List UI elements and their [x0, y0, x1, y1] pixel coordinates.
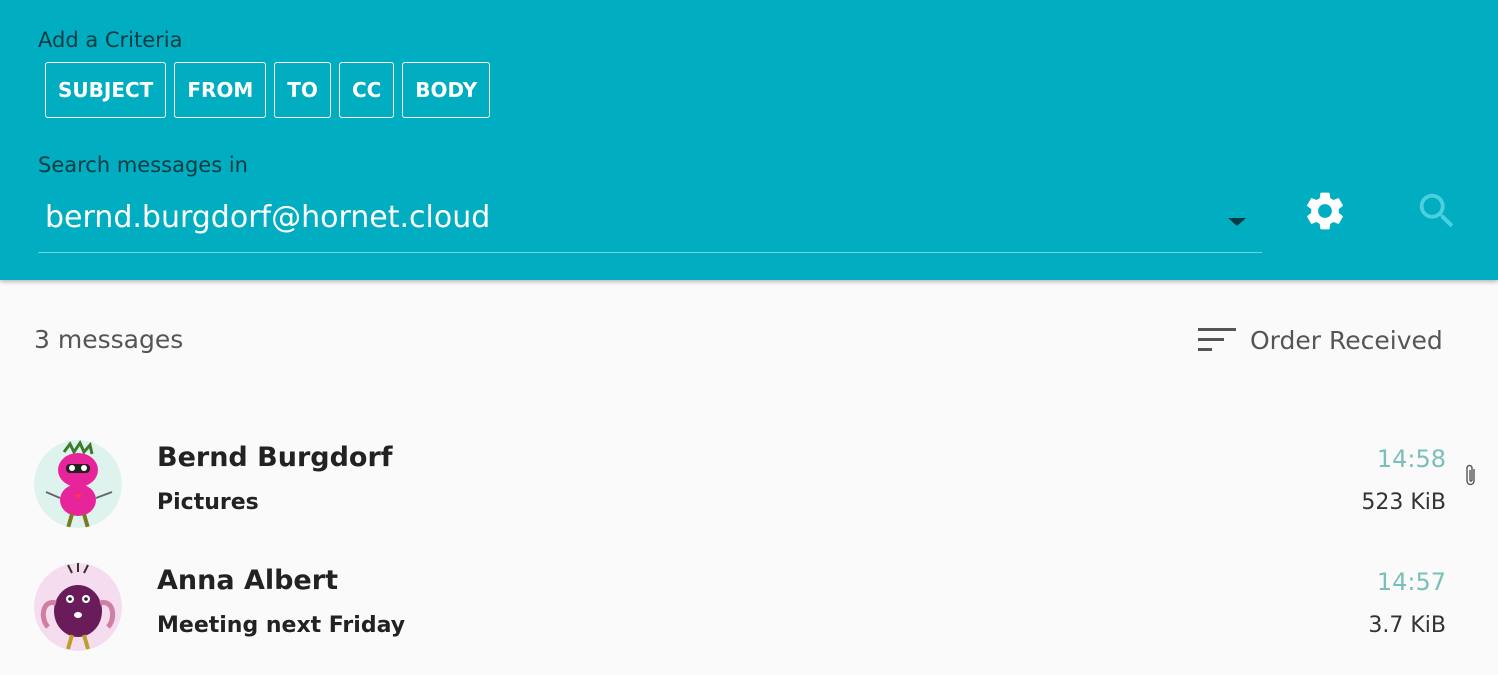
account-select[interactable]: bernd.burgdorf@hornet.cloud — [38, 190, 1262, 253]
message-row[interactable]: Bernd Burgdorf Pictures 14:58 523 KiB — [0, 432, 1498, 552]
criteria-chip-body[interactable]: BODY — [402, 62, 491, 118]
criteria-chips: SUBJECT FROM TO CC BODY — [45, 62, 491, 118]
attachment-icon — [1466, 464, 1475, 486]
criteria-label: Add a Criteria — [38, 28, 183, 52]
message-size: 3.7 KiB — [1368, 613, 1446, 638]
message-subject: Pictures — [157, 490, 259, 515]
criteria-chip-subject[interactable]: SUBJECT — [45, 62, 167, 118]
message-sender: Anna Albert — [157, 565, 338, 596]
search-in-label: Search messages in — [38, 153, 248, 177]
criteria-chip-from[interactable]: FROM — [174, 62, 267, 118]
sort-order-label: Order Received — [1250, 325, 1443, 355]
criteria-chip-to[interactable]: TO — [274, 62, 331, 118]
avatar — [34, 440, 122, 528]
search-icon[interactable] — [1414, 188, 1460, 234]
gear-icon[interactable] — [1302, 188, 1348, 234]
message-size: 523 KiB — [1361, 490, 1446, 515]
criteria-chip-cc[interactable]: CC — [338, 62, 395, 118]
message-count: 3 messages — [34, 325, 184, 354]
message-sender: Bernd Burgdorf — [157, 442, 393, 473]
chevron-down-icon — [1228, 218, 1246, 226]
message-time: 14:58 — [1376, 445, 1446, 473]
message-time: 14:57 — [1376, 568, 1446, 596]
message-row[interactable]: Anna Albert Meeting next Friday 14:57 3.… — [0, 555, 1498, 675]
avatar — [34, 563, 122, 651]
message-subject: Meeting next Friday — [157, 613, 406, 638]
sort-order-button[interactable]: Order Received — [1196, 322, 1443, 358]
sort-icon — [1198, 328, 1236, 351]
search-header: Add a Criteria SUBJECT FROM TO CC BODY S… — [0, 0, 1498, 280]
account-select-value: bernd.burgdorf@hornet.cloud — [45, 200, 491, 235]
